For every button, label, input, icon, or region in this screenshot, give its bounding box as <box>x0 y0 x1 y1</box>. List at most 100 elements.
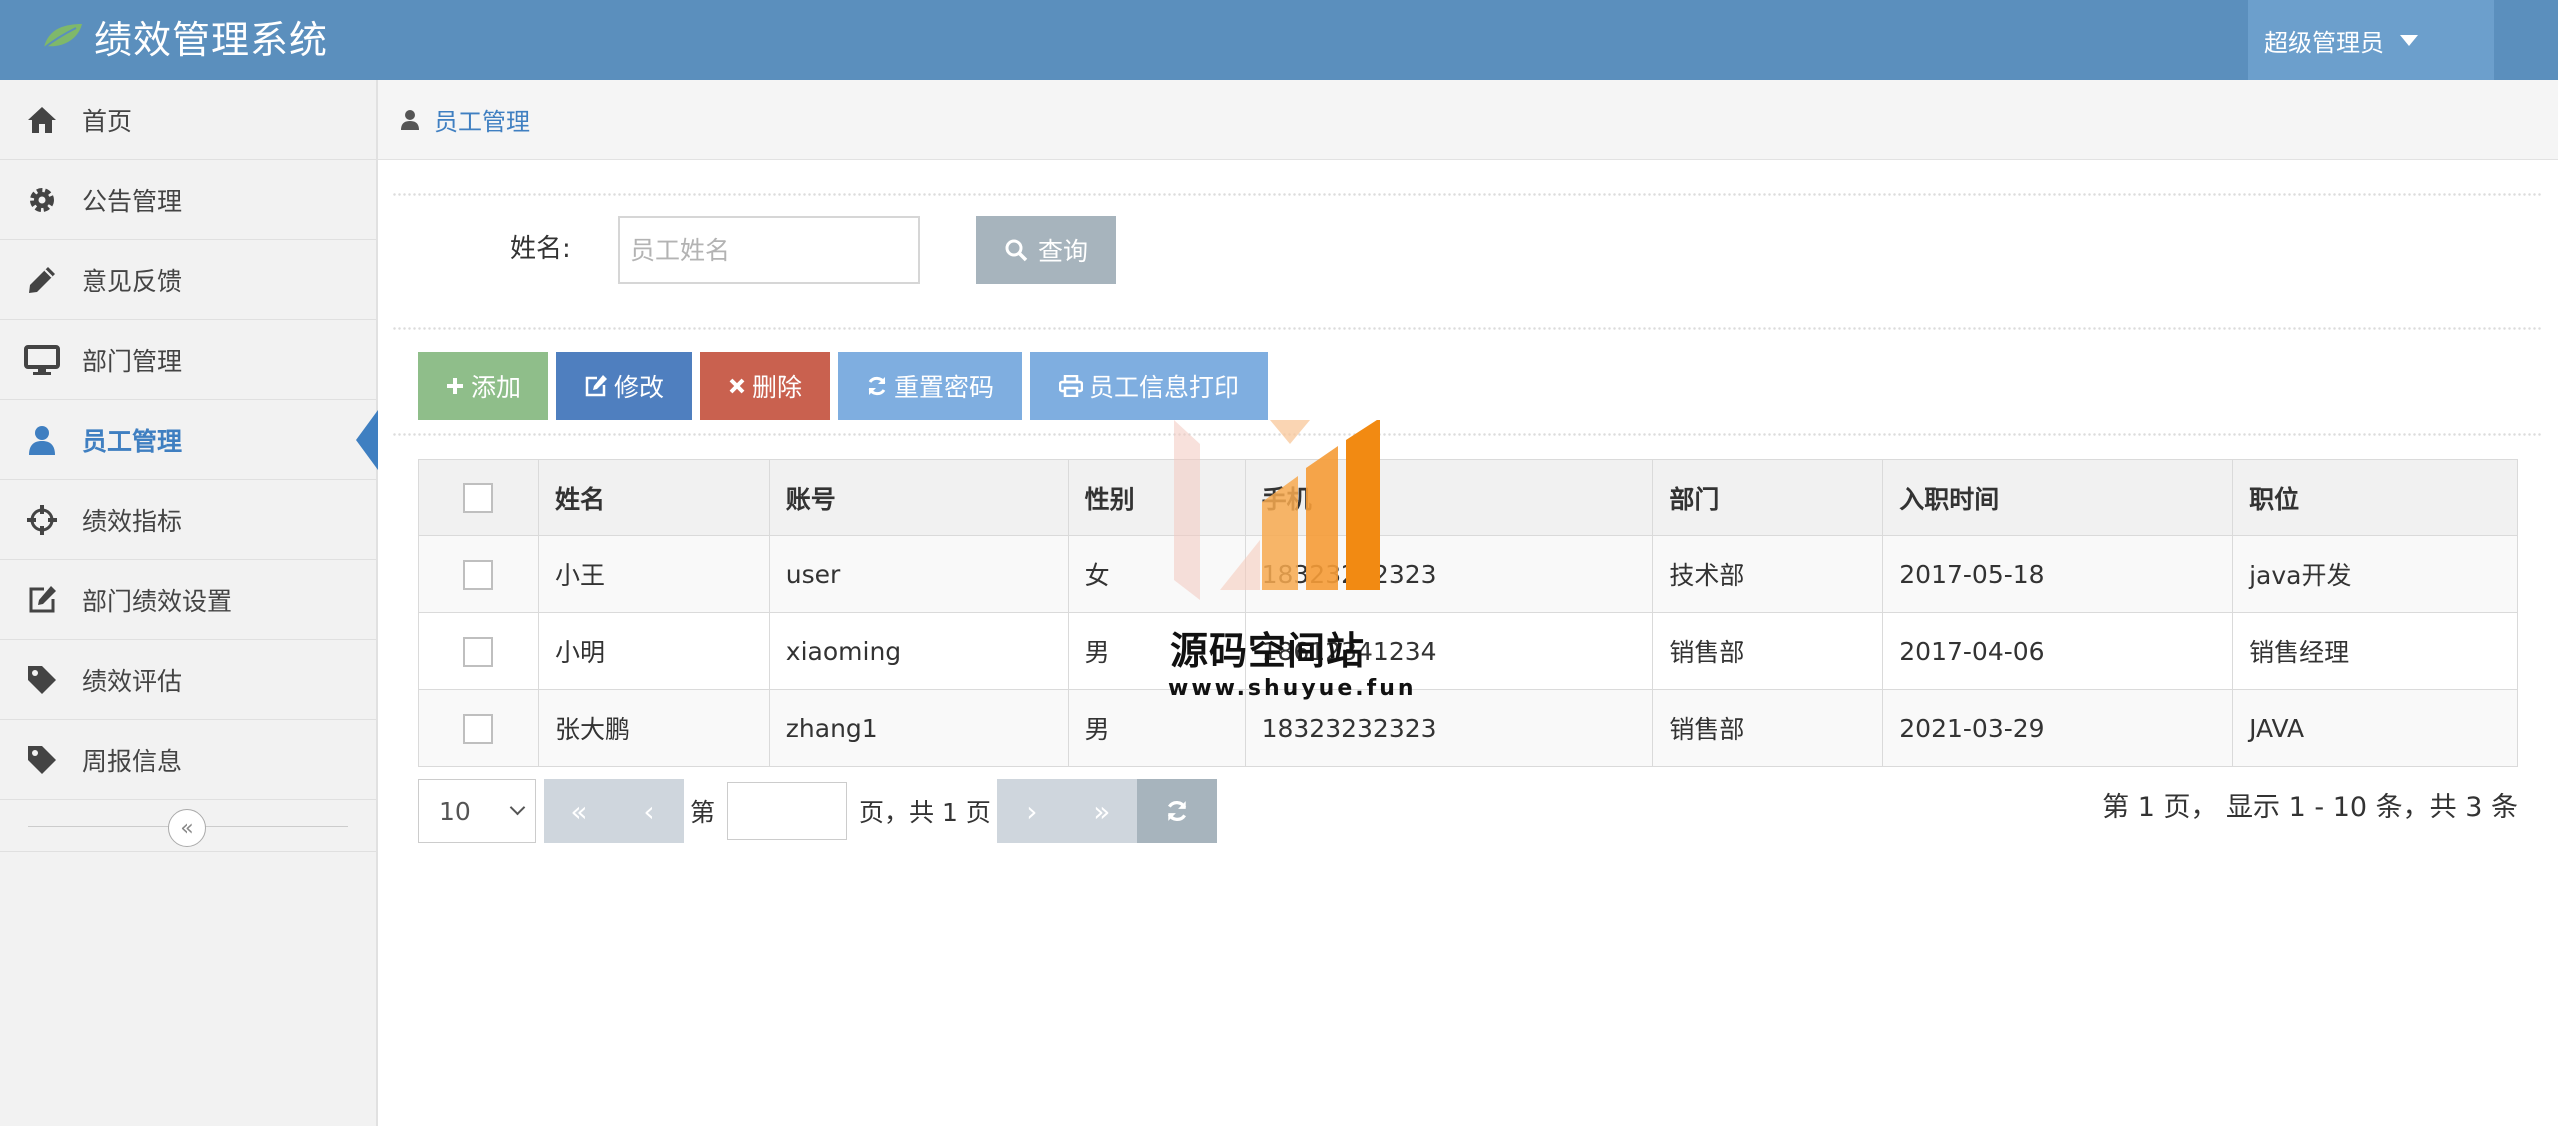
breadcrumb: 员工管理 <box>378 80 2558 160</box>
add-button[interactable]: 添加 <box>418 352 548 420</box>
select-all-cell <box>418 459 539 536</box>
cell-name: 张大鹏 <box>537 689 770 767</box>
sidebar-item-label: 意见反馈 <box>82 266 183 296</box>
refresh-button[interactable] <box>1136 779 1217 843</box>
sidebar-item-kpi[interactable]: 绩效指标 <box>0 480 376 560</box>
leaf-icon <box>43 24 82 49</box>
sidebar-item-departments[interactable]: 部门管理 <box>0 320 376 400</box>
double-chevron-left-icon: « <box>180 815 194 841</box>
sidebar-item-feedback[interactable]: 意见反馈 <box>0 240 376 320</box>
pagination-info: 第 1 页， 显示 1 - 10 条，共 3 条 <box>2102 791 2518 823</box>
employee-table: 姓名 账号 性别 手机 部门 入职时间 职位 小王 user 女 1832323… <box>418 459 2518 767</box>
tag-icon <box>24 662 60 698</box>
next-page-button[interactable]: › <box>996 779 1067 843</box>
sidebar-item-label: 公告管理 <box>82 186 183 216</box>
cell-phone: 18323232323 <box>1244 535 1654 613</box>
row-select-cell <box>418 612 539 690</box>
cell-account: user <box>768 535 1069 613</box>
edit-icon <box>585 375 607 397</box>
pagination-bar: 10 « ‹ 第 页，共 1 页 › » <box>418 779 1217 843</box>
search-icon <box>1005 239 1028 262</box>
sidebar-collapse-row: « <box>0 800 376 852</box>
reset-password-button[interactable]: 重置密码 <box>838 352 1022 420</box>
last-page-button[interactable]: » <box>1066 779 1137 843</box>
column-header-account[interactable]: 账号 <box>768 459 1069 536</box>
cell-hire-date: 2017-04-06 <box>1882 612 2234 690</box>
caret-down-icon <box>2400 34 2418 46</box>
user-menu-dropdown[interactable]: 超级管理员 <box>2248 0 2494 80</box>
table-row[interactable]: 小明 xiaoming 男 18612341234 销售部 2017-04-06… <box>418 612 2518 690</box>
sidebar-item-dept-kpi-settings[interactable]: 部门绩效设置 <box>0 560 376 640</box>
row-checkbox[interactable] <box>463 559 494 590</box>
column-header-phone[interactable]: 手机 <box>1244 459 1654 536</box>
home-icon <box>24 102 60 138</box>
divider <box>392 326 2542 332</box>
sidebar-item-label: 周报信息 <box>82 746 183 776</box>
column-header-position[interactable]: 职位 <box>2232 459 2518 536</box>
top-header: 绩效管理系统 超级管理员 <box>0 0 2558 80</box>
sidebar-item-notices[interactable]: 公告管理 <box>0 160 376 240</box>
cell-department: 技术部 <box>1652 535 1884 613</box>
cell-name: 小王 <box>537 535 770 613</box>
main-content: 员工管理 姓名: 查询 添加 修改 删除 重置密码 员工信息打印 <box>378 80 2558 1126</box>
page-size-select[interactable]: 10 <box>418 779 536 843</box>
collapse-sidebar-button[interactable]: « <box>168 809 206 847</box>
tag-icon <box>24 742 60 778</box>
search-button-label: 查询 <box>1037 237 1088 266</box>
prev-page-button[interactable]: ‹ <box>614 779 684 843</box>
sidebar-item-label: 绩效指标 <box>82 506 183 536</box>
app-title: 绩效管理系统 <box>94 17 329 62</box>
page-total-label: 页，共 1 页 <box>859 798 991 827</box>
cell-hire-date: 2021-03-29 <box>1882 689 2234 767</box>
sidebar-item-home[interactable]: 首页 <box>0 80 376 160</box>
print-employee-info-button[interactable]: 员工信息打印 <box>1030 352 1268 420</box>
column-header-department[interactable]: 部门 <box>1652 459 1884 536</box>
sidebar-item-weekly-report[interactable]: 周报信息 <box>0 720 376 800</box>
edit-button-label: 修改 <box>613 373 664 402</box>
select-all-checkbox[interactable] <box>463 483 494 513</box>
cell-phone: 18323232323 <box>1244 689 1654 767</box>
breadcrumb-current[interactable]: 员工管理 <box>434 102 530 137</box>
delete-button[interactable]: 删除 <box>700 352 830 420</box>
column-header-name[interactable]: 姓名 <box>537 459 770 536</box>
row-checkbox[interactable] <box>463 636 494 667</box>
row-checkbox[interactable] <box>463 713 494 744</box>
edit-icon <box>24 582 60 618</box>
delete-button-label: 删除 <box>751 373 802 402</box>
search-button[interactable]: 查询 <box>976 216 1116 284</box>
sidebar-item-label: 绩效评估 <box>82 666 183 696</box>
chevron-left-icon: ‹ <box>643 794 655 828</box>
print-icon <box>1058 375 1083 397</box>
close-icon <box>729 378 745 394</box>
table-row[interactable]: 小王 user 女 18323232323 技术部 2017-05-18 jav… <box>418 535 2518 613</box>
cell-position: 销售经理 <box>2232 612 2518 690</box>
table-row[interactable]: 张大鹏 zhang1 男 18323232323 销售部 2021-03-29 … <box>418 689 2518 767</box>
cell-department: 销售部 <box>1652 689 1884 767</box>
user-menu-label: 超级管理员 <box>2264 28 2384 57</box>
page-number-input[interactable] <box>727 782 848 840</box>
column-header-gender[interactable]: 性别 <box>1067 459 1246 536</box>
cell-department: 销售部 <box>1652 612 1884 690</box>
sidebar-item-employees[interactable]: 员工管理 <box>0 400 378 480</box>
sidebar-item-kpi-evaluation[interactable]: 绩效评估 <box>0 640 376 720</box>
cell-hire-date: 2017-05-18 <box>1882 535 2234 613</box>
sidebar: 首页 公告管理 意见反馈 部门管理 员工管理 绩效指标 部门绩效设置 绩效评估 … <box>0 80 378 1126</box>
column-header-hire-date[interactable]: 入职时间 <box>1882 459 2234 536</box>
gear-icon <box>24 182 60 218</box>
divider <box>392 432 2542 438</box>
sidebar-item-label: 部门绩效设置 <box>82 586 233 616</box>
first-page-icon: « <box>570 794 588 828</box>
page-prefix-label: 第 <box>690 798 716 827</box>
print-button-label: 员工信息打印 <box>1088 373 1239 402</box>
chevron-down-icon <box>509 799 526 816</box>
first-page-button[interactable]: « <box>544 779 614 843</box>
sidebar-item-label: 首页 <box>82 106 133 136</box>
chevron-right-icon: › <box>1026 794 1038 828</box>
cell-gender: 男 <box>1067 689 1246 767</box>
user-icon <box>401 109 419 130</box>
cell-account: zhang1 <box>768 689 1069 767</box>
edit-button[interactable]: 修改 <box>556 352 692 420</box>
employee-name-search-input[interactable] <box>618 216 920 284</box>
cell-name: 小明 <box>537 612 770 690</box>
watermark-url: www.shuyue.fun <box>1168 676 1417 701</box>
